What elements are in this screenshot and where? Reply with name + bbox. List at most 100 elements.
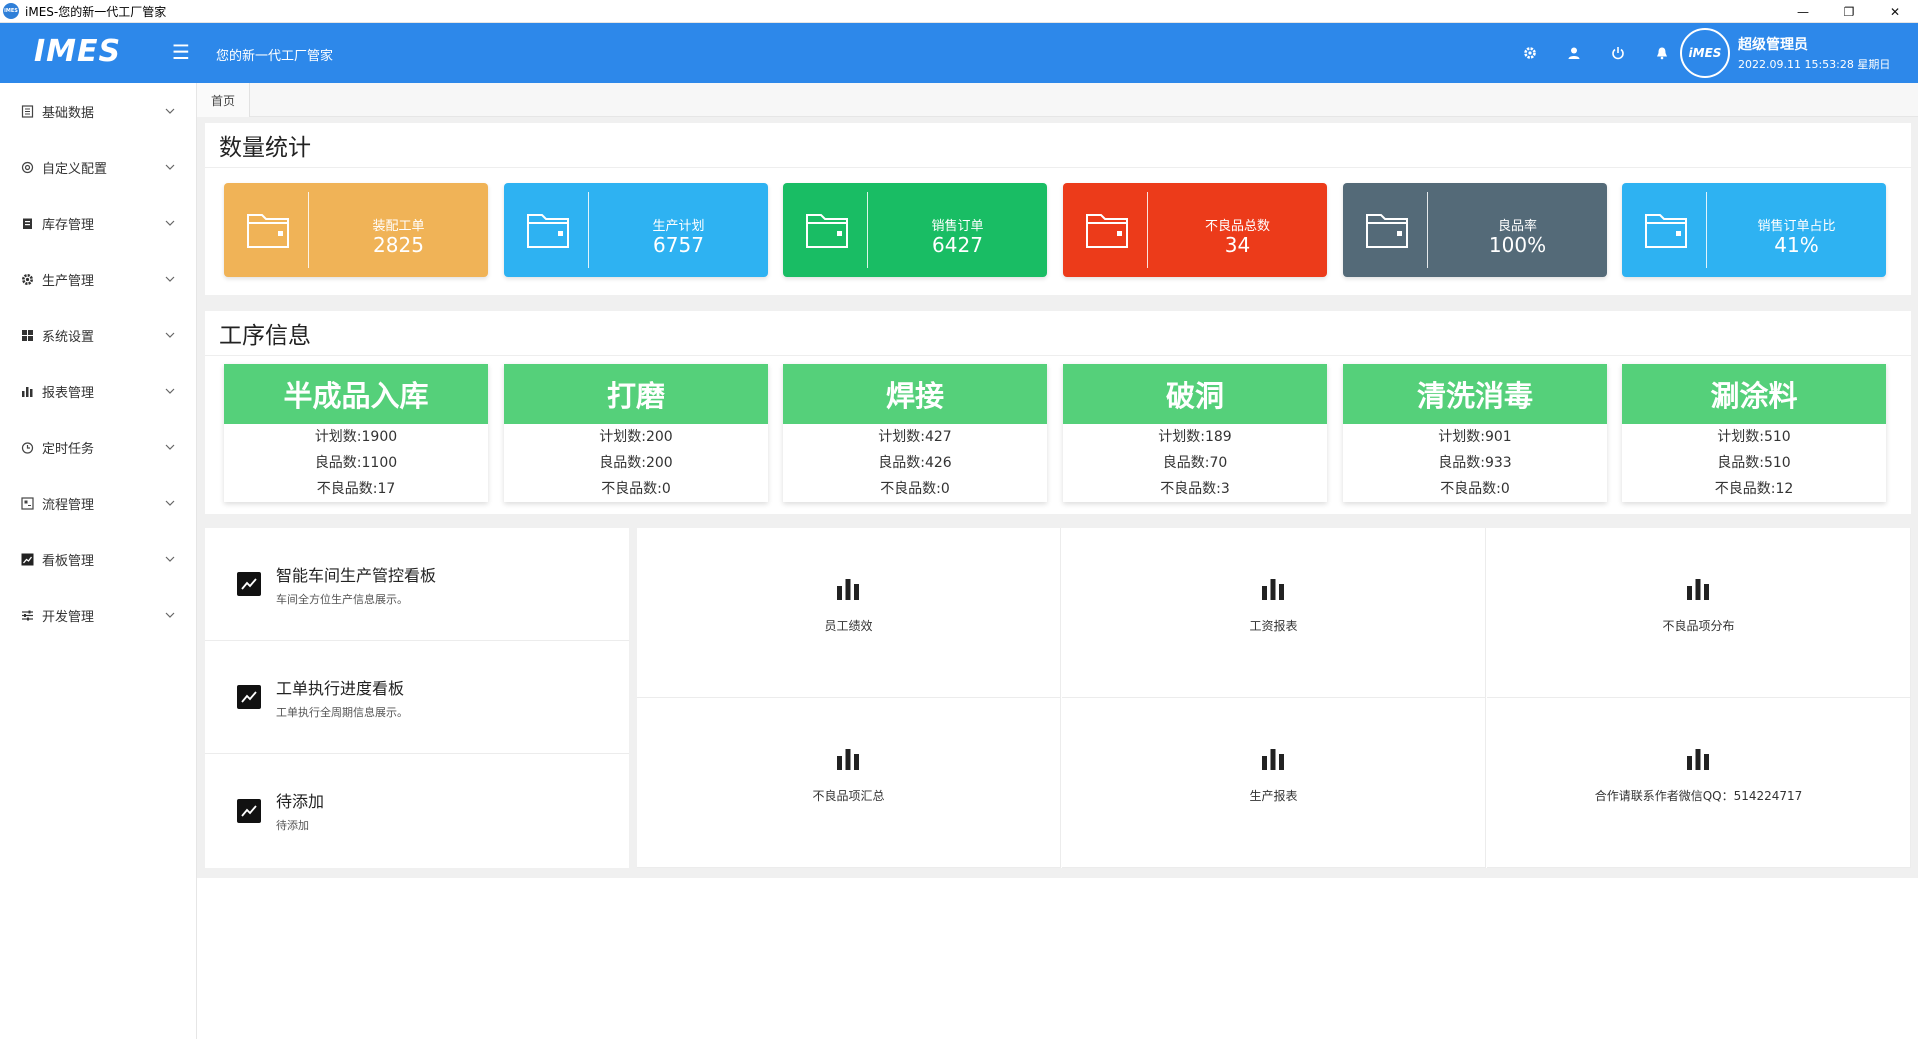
stat-label: 生产计划 xyxy=(652,219,705,234)
sidebar-item-label: 看板管理 xyxy=(42,553,95,569)
stat-card-yield-rate[interactable]: 良品率 100% xyxy=(1343,183,1607,277)
board-description: 待添加 xyxy=(276,819,309,832)
process-card[interactable]: 涮涂料 计划数:510 良品数:510 不良品数:12 xyxy=(1622,364,1886,502)
good-count: 良品数:933 xyxy=(1438,455,1512,471)
process-name: 打磨 xyxy=(504,364,768,424)
sidebar-item-workflow[interactable]: 流程管理 xyxy=(0,475,196,531)
report-defect-distribution[interactable]: 不良品项分布 xyxy=(1487,528,1911,698)
stat-card-production-plan[interactable]: 生产计划 6757 xyxy=(504,183,768,277)
chevron-down-icon xyxy=(165,332,175,338)
process-name: 清洗消毒 xyxy=(1343,364,1607,424)
bar-chart-icon xyxy=(20,384,34,398)
sidebar-item-reports[interactable]: 报表管理 xyxy=(0,363,196,419)
board-item-work-order-progress[interactable]: 工单执行进度看板 工单执行全周期信息展示。 xyxy=(205,641,629,754)
menu-toggle-icon[interactable]: ☰ xyxy=(172,40,190,64)
folder-icon xyxy=(1366,214,1408,248)
stat-card-assembly-orders[interactable]: 装配工单 2825 xyxy=(224,183,488,277)
stat-card-sales-orders[interactable]: 销售订单 6427 xyxy=(783,183,1047,277)
sidebar-item-label: 库存管理 xyxy=(42,217,95,233)
sidebar: 基础数据 自定义配置 库存管理 生产管理 系统设置 报表管理 定时任务 流程管理 xyxy=(0,83,197,1039)
tab-home[interactable]: 首页 xyxy=(197,83,251,117)
folder-icon xyxy=(527,214,569,248)
stat-label: 销售订单 xyxy=(931,219,984,234)
grid-icon xyxy=(20,328,34,342)
folder-icon xyxy=(1086,214,1128,248)
planned-count: 计划数:901 xyxy=(1438,429,1512,445)
trend-icon xyxy=(237,798,261,823)
bar-chart-icon xyxy=(837,579,859,600)
report-employee-performance[interactable]: 员工绩效 xyxy=(637,528,1061,698)
chevron-down-icon xyxy=(165,556,175,562)
avatar[interactable]: iMES xyxy=(1680,28,1730,78)
board-description: 工单执行全周期信息展示。 xyxy=(276,705,408,719)
process-card[interactable]: 焊接 计划数:427 良品数:426 不良品数:0 xyxy=(783,364,1047,502)
tab-bar: 首页 xyxy=(197,83,1918,117)
sidebar-item-inventory[interactable]: 库存管理 xyxy=(0,195,196,251)
report-salary[interactable]: 工资报表 xyxy=(1062,528,1486,698)
power-icon[interactable] xyxy=(1596,42,1640,64)
sidebar-item-basic-data[interactable]: 基础数据 xyxy=(0,83,196,139)
sidebar-item-label: 流程管理 xyxy=(42,497,95,513)
planned-count: 计划数:510 xyxy=(1717,429,1791,445)
sidebar-item-production[interactable]: 生产管理 xyxy=(0,251,196,307)
minimize-button[interactable]: — xyxy=(1780,0,1826,23)
app-icon: iMES xyxy=(3,3,19,19)
restore-button[interactable]: ❐ xyxy=(1826,0,1872,23)
trend-icon xyxy=(237,572,261,596)
kanban-board-list: 智能车间生产管控看板 车间全方位生产信息展示。 工单执行进度看板 工单执行全周期… xyxy=(205,528,629,868)
stat-value: 41% xyxy=(1774,233,1819,257)
board-description: 车间全方位生产信息展示。 xyxy=(276,592,408,606)
good-count: 良品数:426 xyxy=(878,455,952,471)
current-datetime: 2022.09.11 15:53:28 星期日 xyxy=(1738,58,1891,71)
folder-icon xyxy=(247,214,289,248)
sidebar-item-custom-config[interactable]: 自定义配置 xyxy=(0,139,196,195)
defect-count: 不良品数:0 xyxy=(1440,481,1510,497)
chevron-down-icon xyxy=(165,276,175,282)
bell-icon[interactable] xyxy=(1640,42,1684,64)
sidebar-item-label: 自定义配置 xyxy=(42,161,108,177)
sidebar-item-kanban[interactable]: 看板管理 xyxy=(0,531,196,587)
settings-icon[interactable] xyxy=(1508,42,1552,64)
good-count: 良品数:70 xyxy=(1162,455,1228,471)
chevron-down-icon xyxy=(165,612,175,618)
sidebar-item-label: 开发管理 xyxy=(42,609,95,625)
process-card[interactable]: 打磨 计划数:200 良品数:200 不良品数:0 xyxy=(504,364,768,502)
process-title: 工序信息 xyxy=(205,311,1911,356)
board-title: 智能车间生产管控看板 xyxy=(276,565,437,585)
sidebar-item-label: 定时任务 xyxy=(42,441,95,457)
sidebar-item-system-settings[interactable]: 系统设置 xyxy=(0,307,196,363)
planned-count: 计划数:200 xyxy=(599,429,673,445)
process-name: 破洞 xyxy=(1063,364,1327,424)
report-production[interactable]: 生产报表 xyxy=(1062,698,1486,868)
stat-card-sales-ratio[interactable]: 销售订单占比 41% xyxy=(1622,183,1886,277)
sidebar-item-label: 系统设置 xyxy=(42,329,95,345)
stats-title: 数量统计 xyxy=(205,123,1911,168)
report-defect-summary[interactable]: 不良品项汇总 xyxy=(637,698,1061,868)
board-title: 待添加 xyxy=(276,792,325,811)
stat-label: 销售订单占比 xyxy=(1757,219,1836,234)
sidebar-item-development[interactable]: 开发管理 xyxy=(0,587,196,643)
process-card[interactable]: 清洗消毒 计划数:901 良品数:933 不良品数:0 xyxy=(1343,364,1607,502)
close-button[interactable]: ✕ xyxy=(1872,0,1918,23)
report-contact-author[interactable]: 合作请联系作者微信QQ：514224717 xyxy=(1487,698,1911,868)
stat-value: 6757 xyxy=(653,233,704,257)
chevron-down-icon xyxy=(165,164,175,170)
sidebar-item-scheduled-tasks[interactable]: 定时任务 xyxy=(0,419,196,475)
defect-count: 不良品数:3 xyxy=(1160,481,1230,497)
board-item-placeholder[interactable]: 待添加 待添加 xyxy=(205,754,629,867)
user-icon[interactable] xyxy=(1552,42,1596,64)
process-card[interactable]: 破洞 计划数:189 良品数:70 不良品数:3 xyxy=(1063,364,1327,502)
sidebar-item-label: 生产管理 xyxy=(42,273,95,289)
header-slogan: 您的新一代工厂管家 xyxy=(216,49,334,64)
defect-count: 不良品数:17 xyxy=(316,481,396,497)
user-name[interactable]: 超级管理员 xyxy=(1738,34,1808,54)
board-item-workshop[interactable]: 智能车间生产管控看板 车间全方位生产信息展示。 xyxy=(205,528,629,641)
stat-card-defect-total[interactable]: 不良品总数 34 xyxy=(1063,183,1327,277)
stat-value: 2825 xyxy=(373,233,424,257)
chevron-down-icon xyxy=(165,388,175,394)
window-titlebar: iMES iMES-您的新一代工厂管家 — ❐ ✕ xyxy=(0,0,1918,23)
stats-panel: 数量统计 装配工单 2825 生产计划 6757 销售订单 6427 不良品总数… xyxy=(205,123,1911,295)
clock-icon xyxy=(20,440,34,454)
report-label: 员工绩效 xyxy=(824,619,873,633)
process-card[interactable]: 半成品入库 计划数:1900 良品数:1100 不良品数:17 xyxy=(224,364,488,502)
